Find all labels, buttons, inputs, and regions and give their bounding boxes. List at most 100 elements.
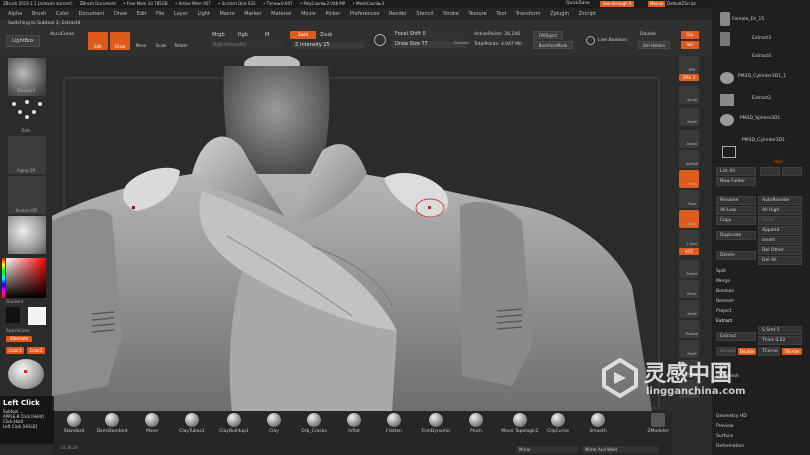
menu-marker[interactable]: Marker — [244, 11, 261, 17]
spix-button[interactable]: SPix 3 — [679, 74, 699, 81]
append-button[interactable]: Append — [758, 226, 802, 235]
subtool-item[interactable]: Extract2 — [752, 94, 810, 103]
menu-color[interactable]: Color — [56, 11, 69, 17]
surface-section[interactable]: Surface — [716, 432, 806, 441]
fillobject-button[interactable]: FillObject — [533, 31, 563, 39]
arrow-down-button[interactable] — [782, 167, 802, 176]
zsub-button[interactable]: Zsub — [320, 32, 332, 38]
mirror-button[interactable]: Mirror — [516, 446, 578, 453]
ver-button[interactable]: Ver — [681, 41, 699, 49]
extract-header[interactable]: Extract — [716, 317, 806, 326]
double-button-tray[interactable]: Double — [738, 348, 756, 355]
rotate-button[interactable]: Rotate — [172, 32, 190, 50]
menu-preferences[interactable]: Preferences — [350, 11, 379, 17]
mrgb-button[interactable]: Mrgb — [212, 32, 225, 38]
focal-shift-slider[interactable]: Focal Shift 0 — [392, 31, 466, 38]
menu-zscript[interactable]: Zscript — [579, 11, 596, 17]
accept-button[interactable]: Accept — [716, 347, 736, 356]
del-hidden-button[interactable]: Del Hidden — [638, 41, 670, 49]
scale-button[interactable]: Scale — [152, 32, 170, 50]
subtool-item[interactable]: PM3D_Cylinder3D1 — [742, 136, 810, 145]
move-button[interactable]: Move — [132, 32, 150, 50]
subtool-item[interactable]: PM3D_Sphere3D1 — [740, 114, 810, 123]
main-color-swatch[interactable] — [28, 307, 46, 325]
menu-file[interactable]: File — [156, 11, 164, 17]
rename-button[interactable]: Rename — [716, 196, 756, 205]
boolean-section[interactable]: Boolean — [716, 287, 806, 296]
menu-draw[interactable]: Draw — [114, 11, 127, 17]
menu-stencil[interactable]: Stencil — [416, 11, 433, 17]
live-boolean-icon[interactable] — [586, 36, 595, 45]
menu-brush[interactable]: Brush — [32, 11, 46, 17]
split-section[interactable]: Split — [716, 267, 806, 276]
menu-edit[interactable]: Edit — [137, 11, 147, 17]
subtool-item[interactable]: PM3D_Cylinder3D1_1 — [738, 72, 810, 81]
tcorne-button[interactable]: TCorne — [758, 347, 780, 356]
brush-zmodeler[interactable]: ZModeler — [636, 413, 680, 434]
subtool-item[interactable]: Extract3 — [752, 34, 810, 43]
brush-smooth[interactable]: Smooth — [576, 413, 620, 434]
menu-render[interactable]: Render — [389, 11, 407, 17]
menu-alpha[interactable]: Alpha — [8, 11, 22, 17]
matcap-sphere[interactable] — [8, 359, 44, 389]
brush-trimdynamic[interactable]: TrimDynamic — [414, 413, 458, 434]
brush-claytubes[interactable]: ClayTubes1 — [170, 413, 214, 434]
menu-material[interactable]: Material — [271, 11, 291, 17]
thick-slider[interactable]: Thick 0.02 — [758, 336, 802, 345]
brush-pinch[interactable]: Pinch — [454, 413, 498, 434]
duplicate-button[interactable]: Duplicate — [716, 231, 756, 240]
menu-macro[interactable]: Macro — [220, 11, 235, 17]
preview-section[interactable]: Preview — [716, 422, 806, 431]
lightbox-button[interactable]: LightBox — [6, 35, 40, 47]
rgb-intensity-slider[interactable]: Rgb Intensity — [210, 42, 284, 49]
brush-clay[interactable]: Clay — [252, 413, 296, 434]
menu-light[interactable]: Light — [197, 11, 209, 17]
live-boolean-button[interactable]: Live Boolean — [598, 38, 627, 43]
menu-document[interactable]: Document — [79, 11, 105, 17]
remesh-section[interactable]: Remesh — [716, 297, 806, 306]
edit-button[interactable]: Edit — [88, 32, 108, 50]
insert-button[interactable]: Insert — [758, 236, 802, 245]
hue-strip[interactable] — [2, 258, 5, 298]
project-section[interactable]: Project — [716, 307, 806, 316]
menu-layer[interactable]: Layer — [174, 11, 188, 17]
dynamic-toggle[interactable]: Dynamic — [454, 41, 469, 45]
subtool-item[interactable]: Female_Eh_15 — [732, 15, 810, 24]
secondary-color-swatch[interactable] — [6, 307, 20, 323]
brush-inflat[interactable]: Inflat — [332, 413, 376, 434]
symmetry-icon[interactable] — [374, 34, 386, 46]
del-all-button[interactable]: Del All — [758, 256, 802, 265]
brush-orb-cracks[interactable]: Orb_Cracks — [292, 413, 336, 434]
delete-button[interactable]: Delete — [716, 251, 756, 260]
menu-transform[interactable]: Transform — [516, 11, 541, 17]
color-picker[interactable] — [6, 258, 46, 298]
m-button[interactable]: M — [265, 32, 269, 38]
switch-color-button[interactable]: SwitchColor — [6, 328, 50, 333]
brush-damstandard[interactable]: DamStandard — [90, 413, 134, 434]
new-folder-button[interactable]: New Folder — [716, 177, 756, 186]
s-smt-slider[interactable]: S Smt 5 — [758, 326, 802, 335]
grp-button[interactable]: Grp — [681, 31, 699, 39]
draw-button[interactable]: Draw — [110, 32, 130, 50]
zadd-button[interactable]: Zadd — [290, 31, 316, 39]
copy-button[interactable]: Copy — [716, 216, 756, 225]
brush-claybuildup[interactable]: ClayBuildup1 — [212, 413, 256, 434]
menu-tool[interactable]: Tool — [496, 11, 506, 17]
del-other-button[interactable]: Del Other — [758, 246, 802, 255]
alternate-button[interactable]: Alternate — [6, 336, 32, 342]
all-low-button[interactable]: All Low — [716, 206, 756, 215]
list-all-button[interactable]: List All — [716, 167, 756, 176]
merge-section[interactable]: Merge — [716, 277, 806, 286]
paste-button[interactable]: Paste — [758, 216, 802, 225]
brush-move[interactable]: Move — [130, 413, 174, 434]
tborder-button[interactable]: TBorder — [782, 348, 802, 355]
brush-flatten[interactable]: Flatten — [372, 413, 416, 434]
autoreorder-button[interactable]: AutoReorder — [758, 196, 802, 205]
z-intensity-slider[interactable]: Z Intensity 25 — [292, 42, 364, 49]
color1-button[interactable]: Color1 — [6, 347, 24, 354]
backface-mask-button[interactable]: BackfaceMask — [533, 41, 573, 49]
deformation-section[interactable]: Deformation — [716, 442, 806, 451]
menu-texture[interactable]: Texture — [468, 11, 486, 17]
all-high-button[interactable]: All High — [758, 206, 802, 215]
menus-button[interactable]: Menus — [648, 1, 666, 7]
